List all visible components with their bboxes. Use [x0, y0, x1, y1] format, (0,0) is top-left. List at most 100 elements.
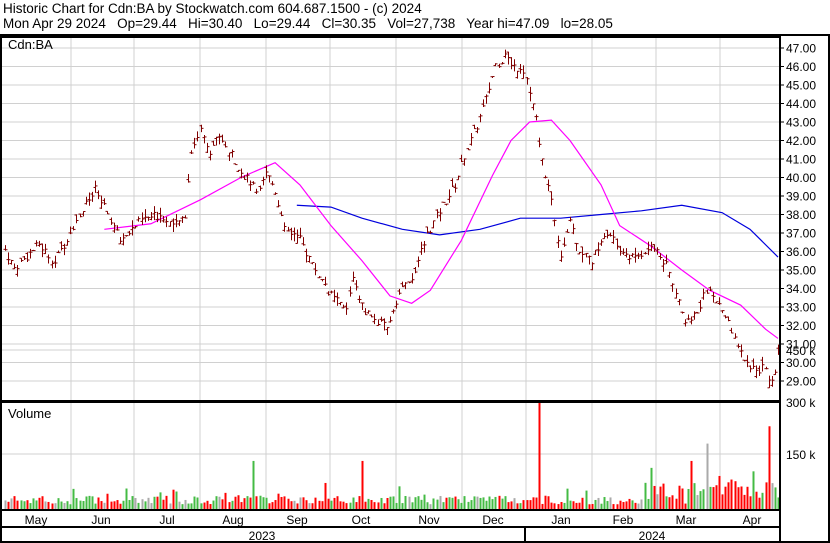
volume-bar — [128, 500, 131, 509]
volume-bar — [314, 497, 317, 509]
volume-bar — [255, 496, 258, 509]
month-label: May — [25, 513, 48, 527]
volume-bar — [23, 501, 26, 509]
volume-bar — [730, 479, 733, 509]
volume-bar — [110, 501, 113, 509]
volume-bar — [529, 500, 532, 509]
volume-bar — [386, 498, 389, 509]
volume-bar — [463, 496, 466, 509]
price-tick-label: 35.00 — [786, 264, 816, 278]
volume-bar — [482, 497, 485, 509]
volume-bar — [398, 486, 401, 509]
month-label: Mar — [676, 513, 697, 527]
volume-bar — [699, 491, 702, 509]
volume-bar — [97, 497, 100, 509]
volume-bar — [336, 496, 339, 509]
volume-bar — [16, 500, 19, 509]
volume-bar — [72, 488, 75, 509]
price-tick-label: 43.00 — [786, 116, 816, 130]
volume-bar — [442, 502, 445, 509]
volume-bar — [377, 502, 380, 509]
volume-bar — [361, 460, 364, 509]
volume-bar — [69, 504, 72, 509]
volume-bar — [650, 467, 653, 509]
volume-tick-label: 450 k — [786, 344, 816, 358]
volume-bar — [125, 488, 128, 509]
volume-bar — [193, 496, 196, 509]
volume-bar — [457, 499, 460, 509]
volume-bar — [373, 502, 376, 509]
volume-bar — [693, 483, 696, 509]
volume-bar — [727, 482, 730, 509]
volume-bar — [411, 502, 414, 509]
volume-bar — [293, 500, 296, 509]
volume-bar — [339, 501, 342, 509]
volume-bar — [417, 496, 420, 509]
price-tick-label: 37.00 — [786, 227, 816, 241]
volume-bar — [144, 501, 147, 509]
volume-bar — [209, 504, 212, 509]
volume-bar — [603, 497, 606, 509]
price-tick-label: 40.00 — [786, 171, 816, 185]
volume-bar — [147, 497, 150, 509]
volume-bar — [38, 497, 41, 509]
volume-bar — [752, 471, 755, 509]
volume-bar — [718, 475, 721, 509]
volume-bar — [404, 495, 407, 509]
volume-bar — [606, 501, 609, 509]
volume-bar — [690, 460, 693, 509]
volume-bar — [706, 443, 709, 509]
price-panel-border — [0, 36, 781, 402]
volume-bar — [491, 499, 494, 509]
volume-bar — [501, 498, 504, 509]
volume-bar — [494, 496, 497, 509]
volume-bar — [299, 497, 302, 509]
volume-bar — [414, 497, 417, 509]
volume-bar — [215, 496, 218, 509]
volume-bar — [318, 500, 321, 509]
volume-bar — [131, 496, 134, 509]
volume-bar — [473, 496, 476, 509]
volume-bar — [485, 500, 488, 509]
volume-bar — [32, 498, 35, 509]
volume-bar — [622, 502, 625, 509]
volume-bar — [342, 501, 345, 509]
volume-bar — [631, 500, 634, 509]
price-tick-label: 34.00 — [786, 282, 816, 296]
volume-bar — [563, 502, 566, 509]
volume-bar — [252, 460, 255, 509]
volume-bar — [647, 498, 650, 509]
volume-bar — [234, 496, 237, 509]
volume-bar — [550, 502, 553, 509]
volume-bar — [687, 488, 690, 509]
volume-bar — [684, 503, 687, 509]
volume-bar — [259, 495, 262, 509]
volume-bar — [653, 485, 656, 509]
volume-bar — [774, 487, 777, 509]
volume-bar — [429, 504, 432, 509]
volume-bar — [448, 497, 451, 509]
volume-bar — [628, 498, 631, 509]
volume-bar — [54, 503, 57, 509]
volume-bar — [401, 503, 404, 509]
volume-bar — [364, 501, 367, 509]
volume-bar — [165, 495, 168, 509]
volume-bar — [283, 496, 286, 509]
volume-bar — [749, 496, 752, 509]
volume-bar — [175, 491, 178, 509]
volume-bar — [541, 503, 544, 509]
volume-bar — [678, 485, 681, 509]
volume-bar — [575, 502, 578, 509]
volume-bar — [585, 490, 588, 509]
volume-bar — [243, 498, 246, 509]
volume-bar — [100, 501, 103, 509]
volume-bar — [352, 497, 355, 509]
volume-bar — [4, 500, 7, 509]
volume-bar — [594, 499, 597, 509]
month-label: Apr — [743, 513, 762, 527]
volume-bar — [625, 501, 628, 509]
volume-bar — [137, 502, 140, 509]
volume-bar — [436, 499, 439, 509]
volume-bar — [184, 499, 187, 509]
volume-bar — [519, 503, 522, 509]
